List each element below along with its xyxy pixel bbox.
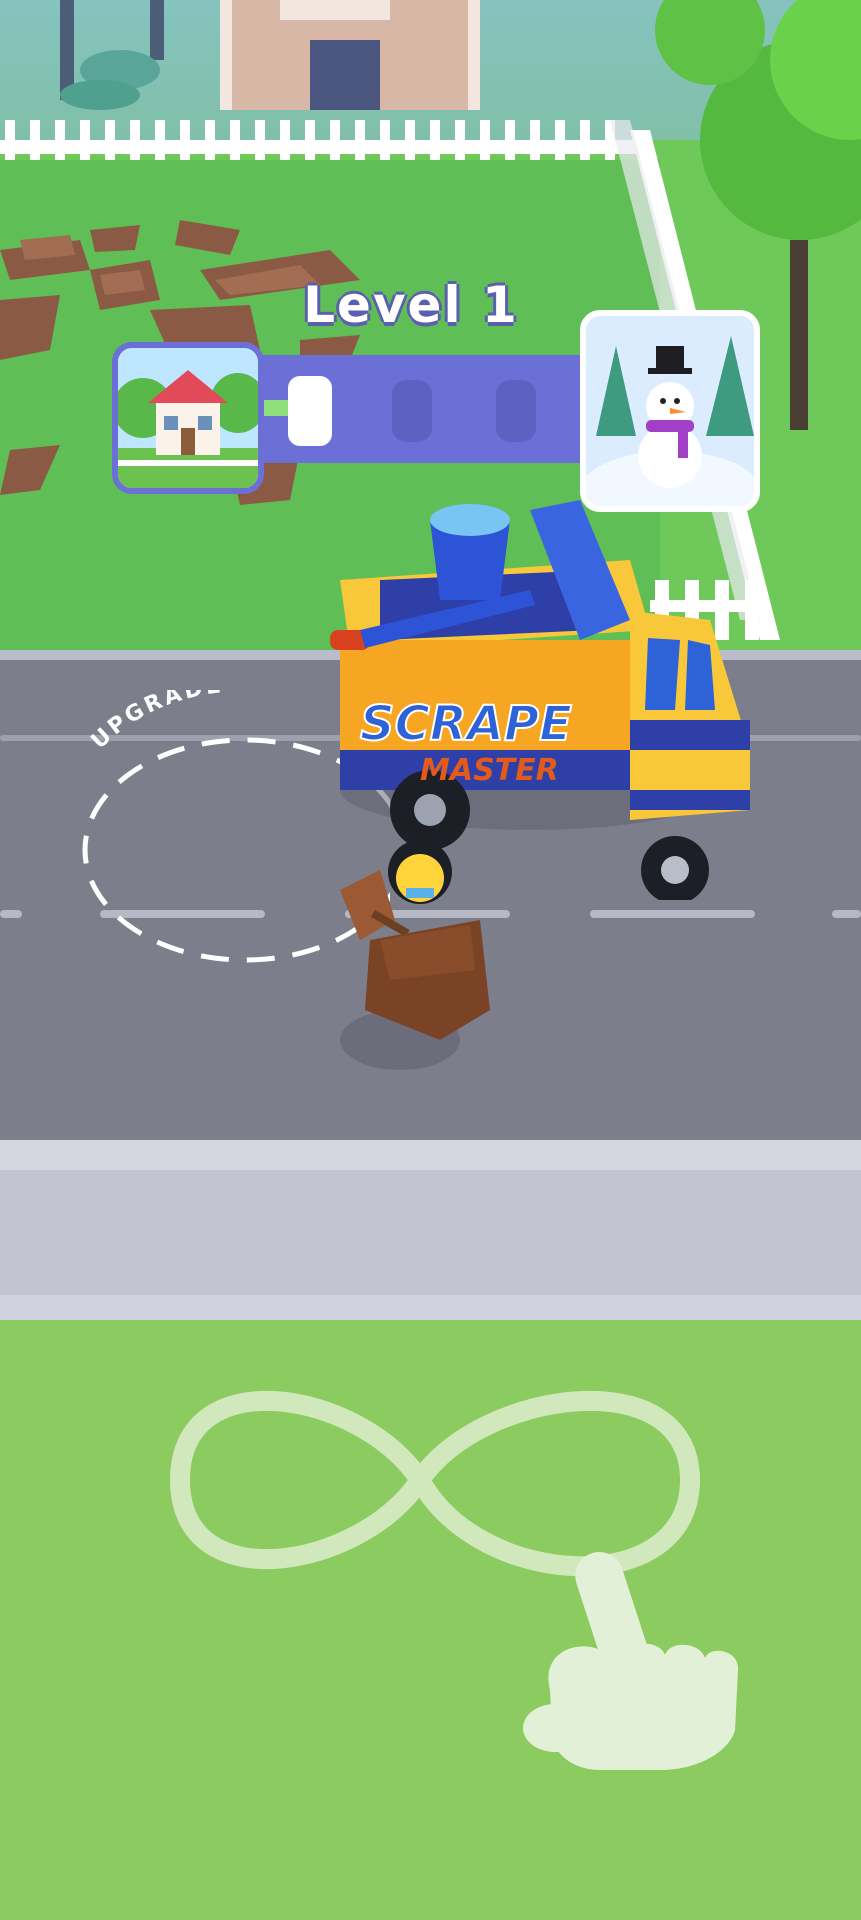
lane-dash — [0, 910, 22, 918]
sidewalk-edge — [0, 1295, 861, 1320]
house-icon — [118, 348, 258, 488]
white-fence — [0, 120, 640, 160]
lane-dash — [590, 910, 755, 918]
snowman-icon — [586, 316, 754, 506]
progress-knob — [288, 376, 332, 446]
progress-step-marker — [496, 380, 536, 442]
house-thumbnail — [112, 342, 264, 494]
infinity-path — [170, 1390, 700, 1577]
farmhouse — [220, 0, 480, 110]
game-scene[interactable]: Level 1 UPGRAD SCRAPE MASTER — [0, 0, 861, 1920]
player-character — [340, 840, 490, 1070]
truck-brand-line2: MASTER — [420, 753, 559, 788]
pointing-hand-icon — [523, 1552, 739, 1770]
lane-dash — [832, 910, 861, 918]
swipe-tutorial — [170, 1390, 739, 1770]
truck-brand-line1: SCRAPE — [360, 696, 572, 752]
snowman-thumbnail — [580, 310, 760, 512]
curb — [0, 1140, 861, 1170]
background-trees — [60, 0, 164, 110]
progress-step-marker — [392, 380, 432, 442]
